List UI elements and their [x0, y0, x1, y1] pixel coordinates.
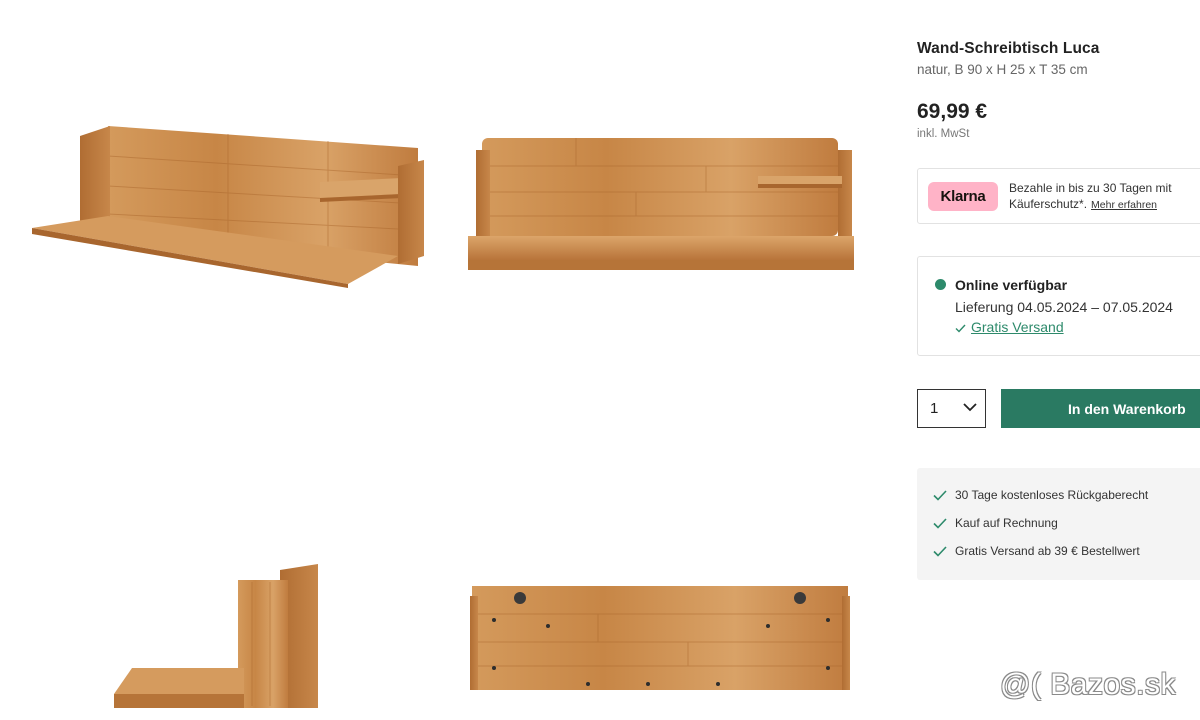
product-image-back[interactable]: [468, 584, 852, 692]
benefit-item: 30 Tage kostenloses Rückgaberecht: [933, 488, 1148, 502]
check-icon: [955, 324, 966, 333]
benefit-label: 30 Tage kostenloses Rückgaberecht: [955, 488, 1149, 502]
availability-status: Online verfügbar: [955, 277, 1068, 293]
product-image-side[interactable]: [112, 562, 322, 712]
product-image-front[interactable]: [466, 136, 856, 272]
benefit-label: Kauf auf Rechnung: [955, 516, 1058, 530]
product-info-panel: Wand-Schreibtisch Luca natur, B 90 x H 2…: [917, 0, 1200, 720]
availability-box: Online verfügbar Lieferung 04.05.2024 – …: [917, 256, 1200, 356]
product-gallery: [0, 0, 900, 720]
bazos-watermark: @( Bazos.sk: [1000, 668, 1176, 701]
product-image-angled[interactable]: [28, 118, 428, 288]
klarna-text-line2: Käuferschutz*. Mehr erfahren: [1009, 197, 1157, 211]
klarna-box: Klarna Bezahle in bis zu 30 Tagen mit Kä…: [917, 168, 1200, 224]
chevron-down-icon: [963, 403, 977, 412]
product-title: Wand-Schreibtisch Luca: [917, 40, 1100, 57]
check-icon: [933, 518, 947, 529]
quantity-select[interactable]: 1: [917, 389, 986, 428]
check-icon: [933, 490, 947, 501]
benefit-label: Gratis Versand ab 39 € Bestellwert: [955, 544, 1140, 558]
benefits-box: 30 Tage kostenloses Rückgaberecht Kauf a…: [917, 468, 1200, 580]
klarna-text-line1: Bezahle in bis zu 30 Tagen mit: [1009, 181, 1172, 195]
klarna-logo: Klarna: [928, 182, 998, 211]
benefit-item: Gratis Versand ab 39 € Bestellwert: [933, 544, 1140, 558]
tax-note: inkl. MwSt: [917, 128, 970, 140]
check-icon: [933, 546, 947, 557]
delivery-date: Lieferung 04.05.2024 – 07.05.2024: [955, 299, 1173, 315]
quantity-value: 1: [930, 400, 939, 417]
product-subtitle: natur, B 90 x H 25 x T 35 cm: [917, 62, 1088, 77]
shipping-info: Gratis Versand: [955, 319, 1064, 335]
klarna-more-link[interactable]: Mehr erfahren: [1091, 199, 1157, 211]
product-price: 69,99 €: [917, 100, 988, 123]
free-shipping-link[interactable]: Gratis Versand: [971, 319, 1064, 335]
benefit-item: Kauf auf Rechnung: [933, 516, 1058, 530]
availability-dot: [935, 279, 946, 290]
add-to-cart-button[interactable]: In den Warenkorb: [1001, 389, 1200, 428]
klarna-text-line2-label: Käuferschutz*.: [1009, 197, 1088, 211]
